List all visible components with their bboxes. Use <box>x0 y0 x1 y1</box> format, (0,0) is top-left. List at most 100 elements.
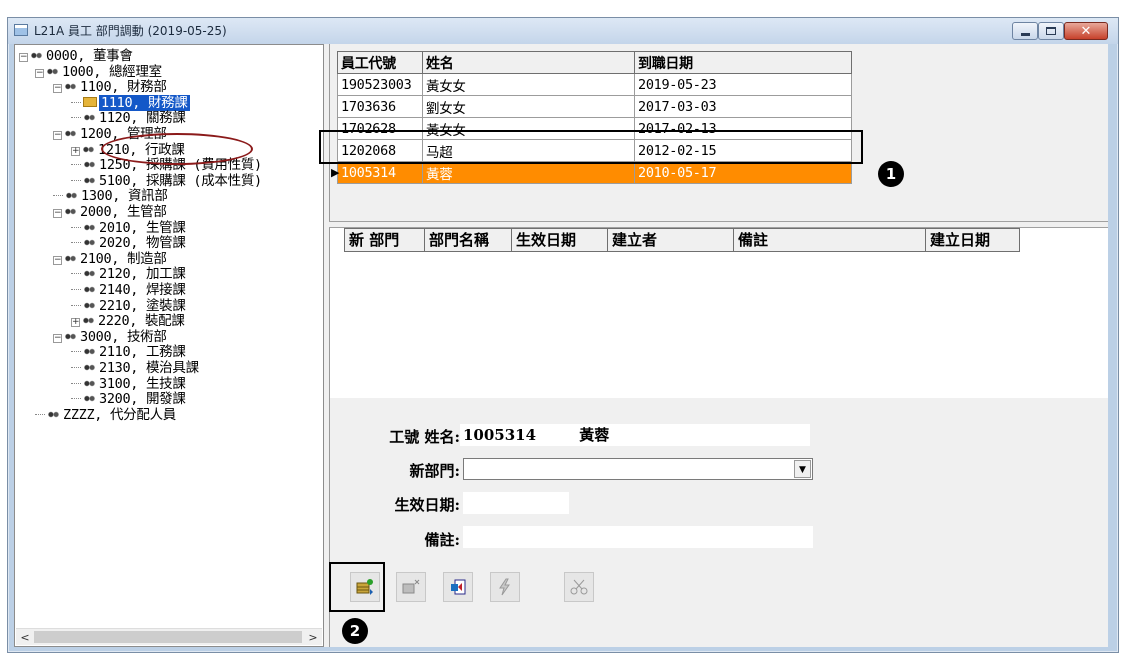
note-input[interactable] <box>463 526 813 548</box>
collapse-icon[interactable]: − <box>53 84 62 94</box>
tree-item[interactable]: 2010, 生管課 <box>71 219 186 236</box>
tree-item[interactable]: 1120, 關務課 <box>71 111 186 126</box>
tree-item[interactable]: − 3000, 技術部 <box>53 328 167 345</box>
new-dept-select[interactable]: ▼ <box>463 458 813 480</box>
cut-button[interactable] <box>564 572 594 602</box>
employee-row[interactable]: 190523003 黃女女 2019-05-23 <box>337 73 852 96</box>
collapse-icon[interactable]: − <box>19 53 28 62</box>
tree-item[interactable]: 2110, 工務課 <box>71 345 186 360</box>
tree-item[interactable]: 1300, 資訊部 <box>53 189 168 204</box>
new-dept-value <box>464 462 467 478</box>
close-icon: ✕ <box>1080 23 1092 39</box>
collapse-icon[interactable]: − <box>53 209 62 218</box>
transfer-column-header[interactable]: 部門名稱 <box>425 228 512 252</box>
employee-table: 員工代號 姓名 到職日期 190523003 黃女女 2019-05-23 1703636… <box>337 51 852 184</box>
tree-item-label: 3100, 生技課 <box>99 375 186 392</box>
effective-date-input[interactable] <box>463 492 569 514</box>
tree-connector <box>71 242 81 244</box>
tree-item[interactable]: 2140, 焊接課 <box>71 283 186 298</box>
employee-column-header[interactable]: 姓名 <box>422 51 635 74</box>
active-row-highlight-box <box>319 130 863 164</box>
tree-connector <box>53 195 63 197</box>
tree-connector <box>71 382 81 384</box>
employee-row[interactable]: 1005314 黃蓉 2010-05-17 <box>337 161 852 184</box>
tree-item[interactable]: − 2000, 生管部 <box>53 205 167 220</box>
tree-item[interactable]: 2210, 塗裝課 <box>71 298 186 314</box>
tree-item[interactable]: 3100, 生技課 <box>71 375 186 392</box>
collapse-icon[interactable]: − <box>53 333 62 343</box>
tree-item-label: 2000, 生管部 <box>80 204 167 220</box>
department-node-icon <box>83 160 96 170</box>
id-name-label: 工號 姓名: <box>389 428 460 446</box>
tree-item[interactable]: − 2100, 制造部 <box>53 250 167 267</box>
transfer-column-header[interactable]: 生效日期 <box>512 228 608 252</box>
employee-column-header[interactable]: 員工代號 <box>337 51 423 74</box>
new-dept-label: 新部門: <box>409 462 460 480</box>
expand-icon[interactable]: + <box>71 146 80 156</box>
tree-item[interactable]: 2120, 加工課 <box>71 267 186 282</box>
tree-item[interactable]: ZZZZ, 代分配人員 <box>35 407 176 423</box>
tree-item-label: 2010, 生管課 <box>99 219 186 236</box>
transfer-column-header[interactable]: 備註 <box>734 228 926 252</box>
maximize-button[interactable] <box>1038 22 1064 40</box>
tree-connector <box>71 101 81 103</box>
tree-item-label: 2110, 工務課 <box>99 344 186 361</box>
employee-column-header[interactable]: 到職日期 <box>634 51 852 74</box>
tree-connector <box>71 179 81 181</box>
expand-icon[interactable]: + <box>71 318 80 328</box>
tree-item-label: 3000, 技術部 <box>80 328 167 345</box>
minimize-button[interactable] <box>1012 22 1038 40</box>
tree-item-label: 2120, 加工課 <box>99 266 186 283</box>
department-node-icon <box>83 269 96 279</box>
tree-item[interactable]: 3200, 開發課 <box>71 392 186 407</box>
tree-horizontal-scrollbar[interactable]: < > <box>16 628 322 645</box>
department-node-icon <box>83 300 96 310</box>
selection-highlight-oval <box>101 133 253 165</box>
exit-button[interactable] <box>443 572 473 602</box>
scroll-left-icon[interactable]: < <box>17 630 33 645</box>
department-node-icon <box>64 129 77 138</box>
tree-item[interactable]: − 1000, 總經理室 <box>35 64 162 80</box>
employee-cell: 1703636 <box>337 95 423 118</box>
close-button[interactable]: ✕ <box>1064 22 1108 40</box>
collapse-icon[interactable]: − <box>53 131 62 140</box>
chevron-down-icon[interactable]: ▼ <box>794 460 811 478</box>
delete-record-button[interactable] <box>396 572 426 602</box>
scroll-right-icon[interactable]: > <box>305 630 321 645</box>
tree-item-label: 1300, 資訊部 <box>81 188 168 205</box>
lightning-icon <box>499 578 510 596</box>
department-tree: −0000, 董事會 −1000, 總經理室 −1100, 財務部 1110, 財務課… <box>14 44 324 647</box>
scroll-thumb[interactable] <box>34 631 302 643</box>
tree-item[interactable]: − 1100, 財務部 <box>53 80 167 95</box>
exit-icon <box>451 579 466 595</box>
tree-item-label: 2100, 制造部 <box>80 250 167 267</box>
transfer-column-header[interactable]: 建立者 <box>608 228 734 252</box>
tree-item[interactable]: +2220, 裝配課 <box>71 314 185 329</box>
minimize-icon <box>1020 33 1030 36</box>
tree-item[interactable]: − 0000, 董事會 <box>19 49 133 64</box>
callout-badge-1: 1 <box>878 161 904 187</box>
employee-id-field: 1005314 黃蓉 <box>460 424 810 446</box>
department-node-icon <box>46 66 59 76</box>
employee-cell: 黃女女 <box>422 73 635 96</box>
collapse-icon[interactable]: − <box>35 68 44 78</box>
tree-item[interactable]: 5100, 採購課 (成本性質) <box>71 173 262 189</box>
employee-cell: 劉女女 <box>422 95 635 118</box>
execute-button[interactable] <box>490 572 520 602</box>
employee-cell: 2019-05-23 <box>634 73 852 96</box>
collapse-icon[interactable]: − <box>53 255 62 265</box>
employee-cell: 190523003 <box>337 73 423 96</box>
department-node-icon <box>64 253 77 263</box>
tree-item[interactable]: 2020, 物管課 <box>71 236 186 251</box>
callout-badge-2: 2 <box>342 618 368 644</box>
transfer-column-header[interactable]: 建立日期 <box>926 228 1020 252</box>
department-node-icon <box>64 207 77 216</box>
employee-id-value: 1005314 <box>463 426 537 444</box>
employee-row[interactable]: 1703636 劉女女 2017-03-03 <box>337 95 852 118</box>
transfer-column-header[interactable]: 新 部門 <box>344 228 425 252</box>
grid-splitter[interactable] <box>329 221 1108 228</box>
tree-item[interactable]: 1110, 財務課 <box>71 94 190 111</box>
tree-item[interactable]: 2130, 模治具課 <box>71 361 199 376</box>
transfer-form: 工號 姓名: 1005314 黃蓉 新部門: ▼ 生效日期: 備註: <box>329 398 1108 647</box>
tree-item-label: 2220, 裝配課 <box>98 313 185 330</box>
